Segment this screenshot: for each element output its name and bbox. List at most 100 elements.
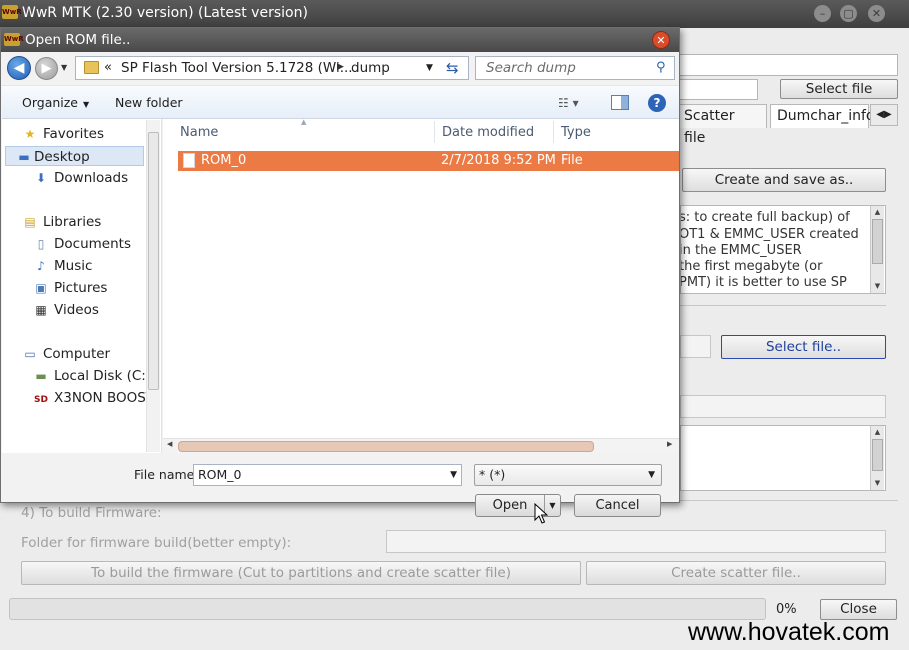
nav-label: Music xyxy=(54,258,93,274)
close-icon[interactable]: ✕ xyxy=(652,31,670,49)
scroll-thumb[interactable] xyxy=(178,441,594,452)
tab-scatter-file[interactable]: Scatter file xyxy=(677,104,767,146)
path-field-2[interactable] xyxy=(680,335,711,358)
address-bar[interactable]: « SP Flash Tool Version 5.1728 (Wi... ▶ … xyxy=(75,56,469,80)
column-header-name[interactable]: Name xyxy=(180,125,218,140)
address-dropdown-icon[interactable]: ▼ xyxy=(426,63,433,73)
file-date: 2/7/2018 9:52 PM xyxy=(441,153,556,168)
file-type-select[interactable]: * (*) ▼ xyxy=(474,464,662,486)
refresh-icon[interactable]: ⇆ xyxy=(446,59,459,77)
nav-videos[interactable]: ▦ Videos xyxy=(33,300,99,320)
folder-label: Folder for firmware build(better empty): xyxy=(21,535,292,551)
scroll-down-icon[interactable]: ▼ xyxy=(871,477,884,489)
file-name-value: ROM_0 xyxy=(198,467,242,482)
search-input[interactable]: Search dump ⚲ xyxy=(475,56,675,80)
mouse-cursor-icon xyxy=(534,503,548,524)
nav-label: X3NON BOOST xyxy=(54,390,155,406)
create-save-button[interactable]: Create and save as.. xyxy=(682,168,886,192)
column-header-date[interactable]: Date modified xyxy=(442,125,534,140)
breadcrumb-item[interactable]: SP Flash Tool Version 5.1728 (Wi... xyxy=(121,60,353,76)
select-file-button-2[interactable]: Select file.. xyxy=(721,335,886,359)
info-scrollbar[interactable]: ▲ ▼ xyxy=(870,206,884,293)
back-arrow-icon[interactable]: ◀ xyxy=(7,56,31,80)
file-name-input[interactable]: ROM_0 ▼ xyxy=(193,464,462,486)
select-file-button[interactable]: Select file xyxy=(780,79,898,99)
scroll-up-icon[interactable]: ▲ xyxy=(871,426,884,438)
new-folder-button[interactable]: New folder xyxy=(115,95,183,110)
file-path-field[interactable] xyxy=(676,79,758,100)
nav-favorites[interactable]: ★ Favorites xyxy=(22,124,104,144)
path-field-3[interactable] xyxy=(680,395,886,418)
help-icon[interactable]: ? xyxy=(648,94,666,112)
open-button[interactable]: Open ▼ xyxy=(475,494,561,517)
cancel-button[interactable]: Cancel xyxy=(574,494,661,517)
app-logo: WwR xyxy=(2,5,22,19)
minimize-button[interactable]: – xyxy=(814,5,831,22)
nav-music[interactable]: ♪ Music xyxy=(33,256,92,276)
chevron-down-icon[interactable]: ▼ xyxy=(450,465,457,485)
nav-label: Local Disk (C:) xyxy=(54,368,152,384)
forward-arrow-icon[interactable]: ▶ xyxy=(35,57,58,80)
scroll-right-icon[interactable]: ▶ xyxy=(667,440,672,448)
column-divider[interactable] xyxy=(434,121,435,143)
nav-desktop[interactable]: ▬ Desktop xyxy=(5,146,144,166)
nav-downloads[interactable]: ⬇ Downloads xyxy=(33,168,128,188)
firmware-folder-field[interactable] xyxy=(386,530,886,553)
maximize-button[interactable]: ▢ xyxy=(840,5,857,22)
scroll-left-icon[interactable]: ◀ xyxy=(167,440,172,448)
nav-label: Desktop xyxy=(34,149,90,165)
tab-scroll-arrows[interactable]: ◀▶ xyxy=(870,104,898,126)
recent-locations-icon[interactable]: ▼ xyxy=(61,63,67,72)
nav-computer[interactable]: ▭ Computer xyxy=(22,344,110,364)
nav-x3non-boost[interactable]: SD X3NON BOOST xyxy=(33,388,154,408)
tab-dumchar-info[interactable]: Dumchar_info xyxy=(770,104,874,128)
nav-label: Computer xyxy=(43,346,111,362)
info-text-area[interactable]: s: to create full backup) of OT1 & EMMC_… xyxy=(680,205,886,294)
libraries-icon: ▤ xyxy=(24,215,36,229)
drive-icon: ▬ xyxy=(35,369,47,383)
scroll-thumb[interactable] xyxy=(872,219,883,264)
breadcrumb-overflow[interactable]: « xyxy=(104,60,112,75)
app-title: WwR MTK (2.30 version) (Latest version) xyxy=(22,5,308,21)
progress-bar xyxy=(9,598,766,620)
computer-icon: ▭ xyxy=(24,347,36,361)
preview-pane-icon[interactable] xyxy=(611,95,629,110)
scroll-up-icon[interactable]: ▲ xyxy=(871,206,884,218)
file-list-scrollbar[interactable]: ◀ ▶ xyxy=(163,438,679,453)
chevron-down-icon: ▼ xyxy=(648,470,655,480)
close-button[interactable]: Close xyxy=(820,599,897,620)
file-list: ▲ Name Date modified Type ROM_0 2/7/2018… xyxy=(163,118,679,453)
scroll-thumb[interactable] xyxy=(148,132,159,390)
log-scrollbar[interactable]: ▲ ▼ xyxy=(870,426,884,490)
column-header-type[interactable]: Type xyxy=(561,125,591,140)
nav-libraries[interactable]: ▤ Libraries xyxy=(22,212,101,232)
chevron-down-icon: ▼ xyxy=(83,100,90,109)
info-line: PMT) it is better to use SP xyxy=(680,275,847,290)
log-text-area[interactable] xyxy=(680,425,886,491)
change-view-icon[interactable]: ☷ ▾ xyxy=(558,96,579,110)
nav-label: Documents xyxy=(54,236,131,252)
build-firmware-button[interactable]: To build the firmware (Cut to partitions… xyxy=(21,561,581,585)
create-scatter-button[interactable]: Create scatter file.. xyxy=(586,561,886,585)
nav-local-disk[interactable]: ▬ Local Disk (C:) xyxy=(33,366,151,386)
nav-pictures[interactable]: ▣ Pictures xyxy=(33,278,107,298)
command-toolbar: Organize ▼ New folder ☷ ▾ ? xyxy=(2,85,679,119)
scatter-path-field[interactable] xyxy=(676,54,898,76)
scroll-thumb[interactable] xyxy=(872,439,883,471)
close-window-button[interactable]: ✕ xyxy=(868,5,885,22)
column-divider[interactable] xyxy=(553,121,554,143)
file-icon xyxy=(183,153,195,168)
build-section-label: 4) To build Firmware: xyxy=(21,505,162,521)
dialog-titlebar[interactable]: WwR Open ROM file.. ✕ xyxy=(1,28,679,52)
organize-menu[interactable]: Organize ▼ xyxy=(22,95,89,110)
breadcrumb-separator-icon[interactable]: ▶ xyxy=(337,62,344,72)
scroll-down-icon[interactable]: ▼ xyxy=(871,280,884,292)
file-row[interactable]: ROM_0 2/7/2018 9:52 PM File xyxy=(178,151,679,171)
nav-documents[interactable]: ▯ Documents xyxy=(33,234,131,254)
nav-scrollbar[interactable] xyxy=(146,120,160,452)
search-icon[interactable]: ⚲ xyxy=(656,60,666,75)
info-line: the first megabyte (or xyxy=(680,259,823,274)
downloads-icon: ⬇ xyxy=(35,171,47,185)
breadcrumb-item[interactable]: dump xyxy=(351,60,390,76)
file-name-label: File name: xyxy=(134,467,199,482)
